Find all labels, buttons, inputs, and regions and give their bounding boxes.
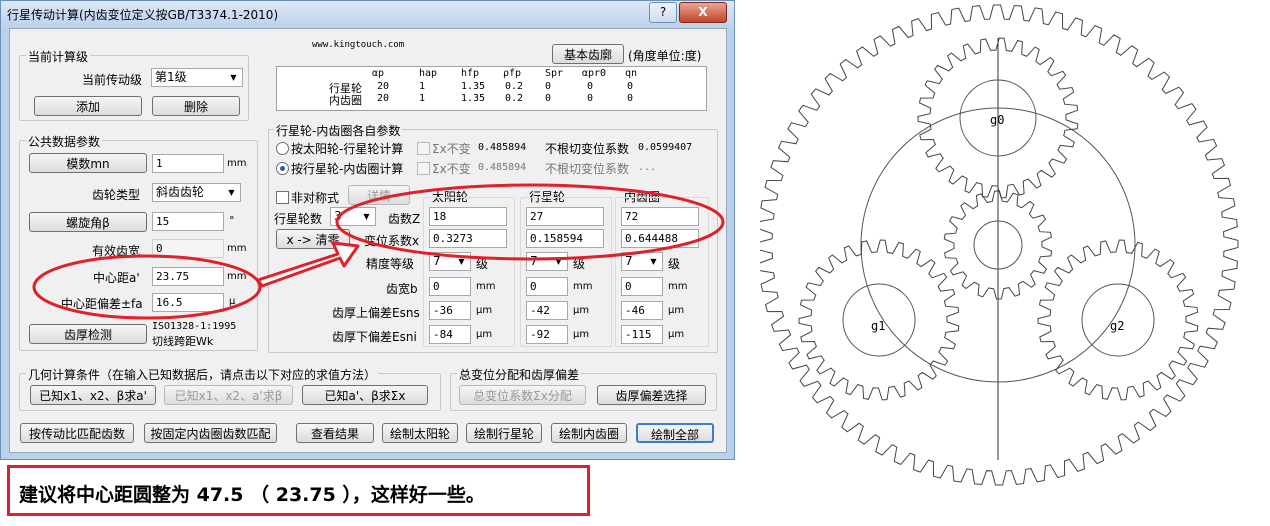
annotation-overlay	[32, 183, 725, 320]
note-box: 建议将中心距圆整为 47.5 （ 23.75 ），这样好一些。	[7, 465, 590, 516]
draw-ring-button[interactable]: 绘制内齿圈	[551, 423, 627, 443]
draw-all-button[interactable]: 绘制全部	[636, 423, 714, 443]
label-g0: g0	[990, 113, 1004, 127]
label-g1: g1	[871, 319, 885, 333]
shift-distribution-button[interactable]: 总变位系数Σx分配	[459, 385, 586, 405]
label-g2: g2	[1110, 319, 1124, 333]
distribution-group-label: 总变位分配和齿厚偏差	[457, 366, 582, 383]
center-distance-highlight	[32, 254, 262, 320]
solve-sum-x-button[interactable]: 已知a'、β求Σx	[302, 385, 428, 405]
ring-gear	[760, 4, 1239, 486]
gear-drawing: g0 g1 g2	[760, 4, 1239, 486]
arrow-icon	[256, 241, 360, 288]
note-text: 建议将中心距圆整为 47.5 （ 23.75 ），这样好一些。	[19, 484, 485, 506]
match-by-ratio-button[interactable]: 按传动比匹配齿数	[20, 423, 134, 443]
thickness-deviation-button[interactable]: 齿厚偏差选择	[597, 385, 706, 405]
view-results-button[interactable]: 查看结果	[296, 423, 374, 443]
draw-planet-button[interactable]: 绘制行星轮	[466, 423, 542, 443]
draw-sun-button[interactable]: 绘制太阳轮	[382, 423, 458, 443]
match-by-ring-button[interactable]: 按固定内齿圈齿数匹配	[144, 423, 277, 443]
geometry-group-label: 几何计算条件（在输入已知数据后，请点击以下对应的求值方法）	[26, 366, 379, 383]
teeth-shift-highlight	[335, 183, 725, 261]
solve-a-button[interactable]: 已知x1、x2、β求a'	[30, 385, 156, 405]
solve-beta-button[interactable]: 已知x1、x2、a'求β	[164, 385, 293, 405]
